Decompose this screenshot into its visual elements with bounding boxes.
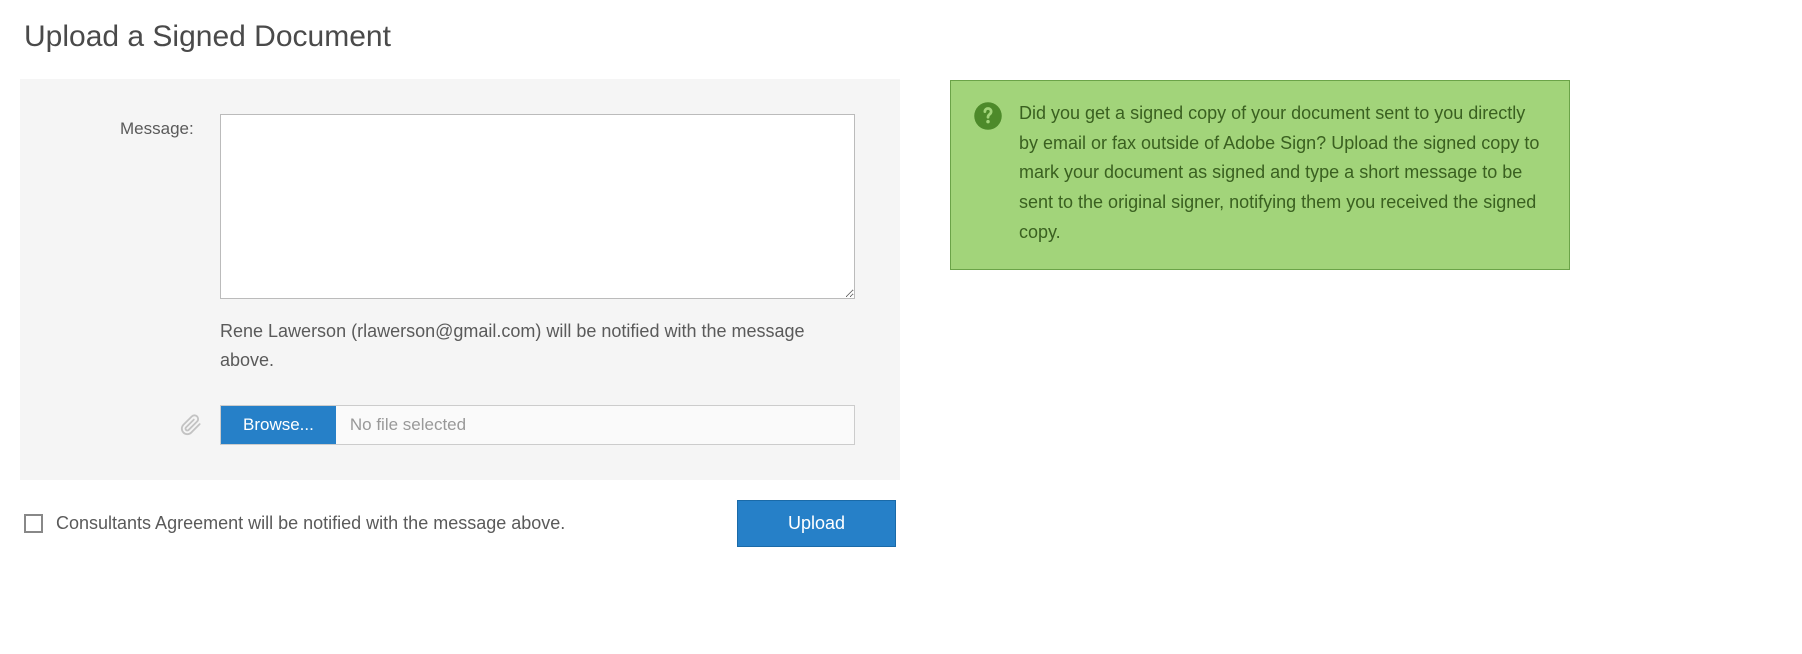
help-icon: [973, 116, 1003, 135]
upload-form-panel: Message: Rene Lawerson (rlawerson@gmail.…: [20, 79, 900, 480]
paperclip-icon: [180, 414, 202, 436]
file-input-wrapper: Browse... No file selected: [220, 405, 855, 445]
browse-button[interactable]: Browse...: [221, 406, 336, 444]
page-title: Upload a Signed Document: [20, 20, 900, 54]
help-text: Did you get a signed copy of your docume…: [1019, 99, 1547, 247]
help-panel: Did you get a signed copy of your docume…: [950, 80, 1570, 270]
notify-agreement-label: Consultants Agreement will be notified w…: [56, 513, 565, 534]
upload-button[interactable]: Upload: [737, 500, 896, 547]
message-input[interactable]: [220, 114, 855, 299]
notify-agreement-checkbox[interactable]: [24, 514, 43, 533]
message-label: Message:: [120, 114, 220, 139]
notify-recipient-text: Rene Lawerson (rlawerson@gmail.com) will…: [220, 317, 855, 375]
file-name-display: No file selected: [336, 406, 854, 444]
